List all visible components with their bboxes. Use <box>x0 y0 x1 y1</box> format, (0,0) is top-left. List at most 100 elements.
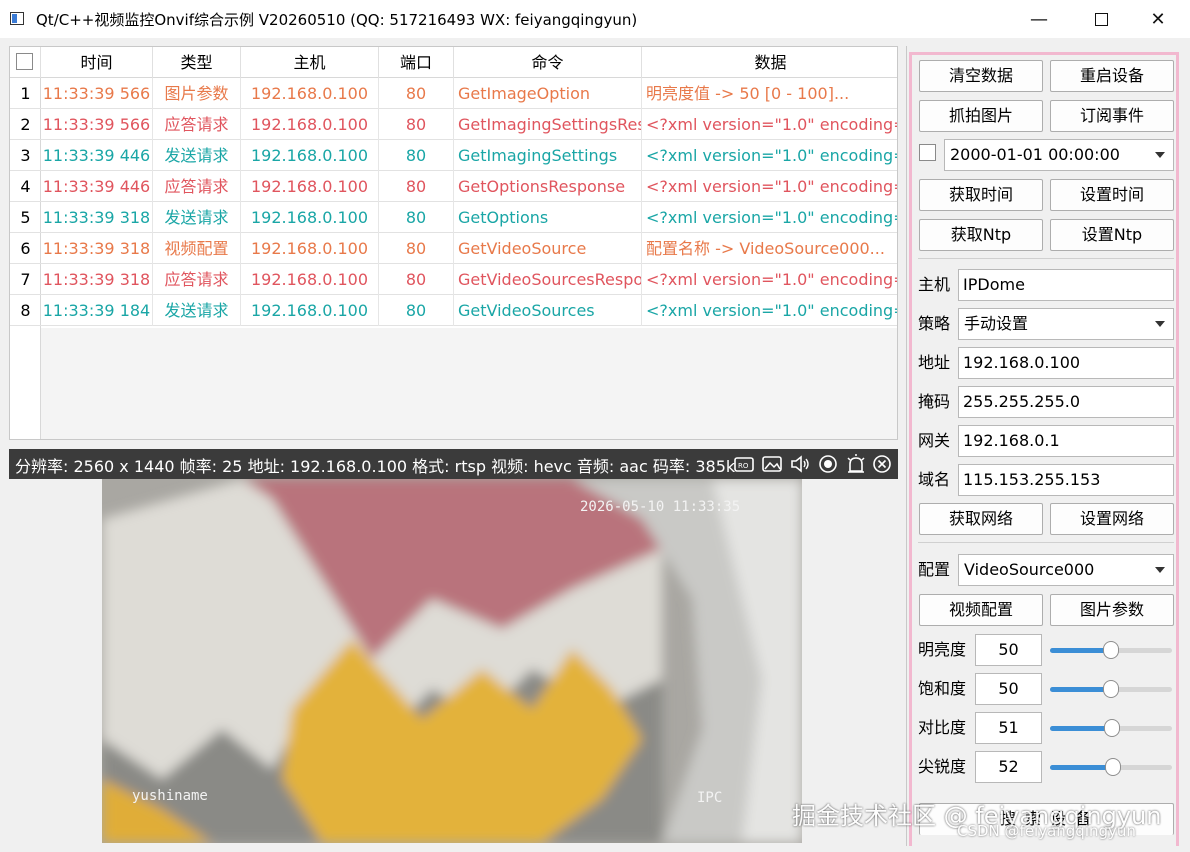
clear-data-button[interactable]: 清空数据 <box>919 60 1043 92</box>
close-button[interactable]: ✕ <box>1135 0 1181 38</box>
table-row[interactable]: 11:33:39 318 视频配置 192.168.0.100 80 GetVideoS… <box>41 233 897 264</box>
host-input[interactable]: IPDome <box>958 269 1174 301</box>
cell-port: 80 <box>379 171 454 202</box>
row-number[interactable]: 2 <box>10 109 41 140</box>
gateway-input[interactable]: 192.168.0.1 <box>958 425 1174 457</box>
value-slider[interactable] <box>1050 718 1172 738</box>
alarm-icon[interactable] <box>845 453 867 475</box>
column-header-port[interactable]: 端口 <box>379 47 454 78</box>
value-slider[interactable] <box>1050 757 1172 777</box>
column-header-type[interactable]: 类型 <box>153 47 241 78</box>
cell-cmd: GetOptionsResponse <box>454 171 642 202</box>
table-row[interactable]: 11:33:39 318 发送请求 192.168.0.100 80 GetOption… <box>41 202 897 233</box>
row-number[interactable]: 6 <box>10 233 41 264</box>
config-label: 配置 <box>918 560 951 579</box>
cell-type: 视频配置 <box>153 233 241 264</box>
slider-fill <box>1050 648 1111 653</box>
cell-type: 应答请求 <box>153 171 241 202</box>
slider-handle[interactable] <box>1103 680 1119 698</box>
cell-port: 80 <box>379 295 454 326</box>
table-row[interactable]: 11:33:39 566 图片参数 192.168.0.100 80 GetImageO… <box>41 78 897 109</box>
table-row[interactable]: 11:33:39 184 发送请求 192.168.0.100 80 GetVideoS… <box>41 295 897 326</box>
table-row[interactable]: 11:33:39 446 应答请求 192.168.0.100 80 GetOption… <box>41 171 897 202</box>
row-number[interactable]: 3 <box>10 140 41 171</box>
video-config-button[interactable]: 视频配置 <box>919 594 1043 626</box>
log-table[interactable]: 时间 类型 主机 端口 命令 数据 1 11:33:39 566 图片参数 192.1… <box>9 46 898 440</box>
main-window: Qt/C++视频监控Onvif综合示例 V20260510 (QQ: 51721… <box>0 0 1190 852</box>
cell-time: 11:33:39 184 <box>41 295 153 326</box>
row-number[interactable]: 1 <box>10 78 41 109</box>
row-number[interactable]: 8 <box>10 295 41 326</box>
cell-data: <?xml version="1.0" encoding=" <box>642 109 897 140</box>
cell-type: 图片参数 <box>153 78 241 109</box>
column-header-time[interactable]: 时间 <box>41 47 153 78</box>
snapshot-icon[interactable] <box>761 453 783 475</box>
value-slider[interactable] <box>1050 679 1172 699</box>
cell-port: 80 <box>379 109 454 140</box>
config-select[interactable]: VideoSource000 <box>958 554 1174 586</box>
separator <box>918 258 1174 259</box>
cell-port: 80 <box>379 233 454 264</box>
cell-type: 发送请求 <box>153 140 241 171</box>
minimize-button[interactable]: — <box>1016 0 1062 38</box>
row-number[interactable]: 7 <box>10 264 41 295</box>
set-ntp-button[interactable]: 设置Ntp <box>1050 219 1174 251</box>
address-input[interactable]: 192.168.0.100 <box>958 347 1174 379</box>
column-header-host[interactable]: 主机 <box>241 47 379 78</box>
close-icon: ✕ <box>1150 8 1166 30</box>
record-icon[interactable]: RO <box>733 453 755 475</box>
row-number[interactable]: 5 <box>10 202 41 233</box>
cell-data: <?xml version="1.0" encoding=" <box>642 295 897 326</box>
datetime-picker[interactable]: 2000-01-01 00:00:00 <box>944 139 1174 171</box>
slider-handle[interactable] <box>1105 758 1121 776</box>
slider-handle[interactable] <box>1104 719 1120 737</box>
value-spinbox[interactable]: 50 <box>975 634 1042 666</box>
cell-port: 80 <box>379 264 454 295</box>
select-all-checkbox[interactable] <box>16 53 33 70</box>
set-network-button[interactable]: 设置网络 <box>1050 503 1174 535</box>
cell-host: 192.168.0.100 <box>241 233 379 264</box>
cell-time: 11:33:39 446 <box>41 171 153 202</box>
value-spinbox[interactable]: 51 <box>975 712 1042 744</box>
snapshot-button[interactable]: 抓拍图片 <box>919 100 1043 132</box>
cell-type: 发送请求 <box>153 202 241 233</box>
dns-input[interactable]: 115.153.255.153 <box>958 464 1174 496</box>
cell-data: <?xml version="1.0" encoding=" <box>642 140 897 171</box>
video-widget[interactable]: 分辨率: 2560 x 1440 帧率: 25 地址: 192.168.0.10… <box>9 449 898 843</box>
subscribe-event-button[interactable]: 订阅事件 <box>1050 100 1174 132</box>
get-ntp-button[interactable]: 获取Ntp <box>919 219 1043 251</box>
table-row[interactable]: 11:33:39 446 发送请求 192.168.0.100 80 GetImagin… <box>41 140 897 171</box>
value-slider[interactable] <box>1050 640 1172 660</box>
video-frame[interactable]: 2026-05-10 11:33:35 yushiname IPC <box>102 479 802 843</box>
value-spinbox[interactable]: 52 <box>975 751 1042 783</box>
mask-input[interactable]: 255.255.255.0 <box>958 386 1174 418</box>
value-spinbox[interactable]: 50 <box>975 673 1042 705</box>
cell-time: 11:33:39 566 <box>41 78 153 109</box>
policy-select[interactable]: 手动设置 <box>958 308 1174 340</box>
table-row[interactable]: 11:33:39 318 应答请求 192.168.0.100 80 GetVideoS… <box>41 264 897 295</box>
slider-fill <box>1050 726 1112 731</box>
close-video-icon[interactable] <box>871 453 893 475</box>
row-number[interactable]: 4 <box>10 171 41 202</box>
get-network-button[interactable]: 获取网络 <box>919 503 1043 535</box>
datetime-checkbox[interactable] <box>919 144 936 161</box>
control-panel: 清空数据 重启设备 抓拍图片 订阅事件 2000-01-01 00:00:00 … <box>906 46 1181 846</box>
chevron-down-icon <box>1155 152 1165 158</box>
table-row[interactable]: 11:33:39 566 应答请求 192.168.0.100 80 GetImagin… <box>41 109 897 140</box>
reboot-device-button[interactable]: 重启设备 <box>1050 60 1174 92</box>
cell-host: 192.168.0.100 <box>241 140 379 171</box>
stream-icon[interactable] <box>817 453 839 475</box>
cell-host: 192.168.0.100 <box>241 264 379 295</box>
maximize-button[interactable] <box>1078 0 1124 38</box>
cell-type: 应答请求 <box>153 109 241 140</box>
volume-icon[interactable] <box>789 453 811 475</box>
slider-handle[interactable] <box>1103 641 1119 659</box>
get-time-button[interactable]: 获取时间 <box>919 179 1043 211</box>
set-time-button[interactable]: 设置时间 <box>1050 179 1174 211</box>
cell-time: 11:33:39 566 <box>41 109 153 140</box>
minimize-icon: — <box>1030 8 1048 30</box>
column-header-command[interactable]: 命令 <box>454 47 642 78</box>
image-param-button[interactable]: 图片参数 <box>1050 594 1174 626</box>
cell-type: 应答请求 <box>153 264 241 295</box>
column-header-data[interactable]: 数据 <box>642 47 897 78</box>
